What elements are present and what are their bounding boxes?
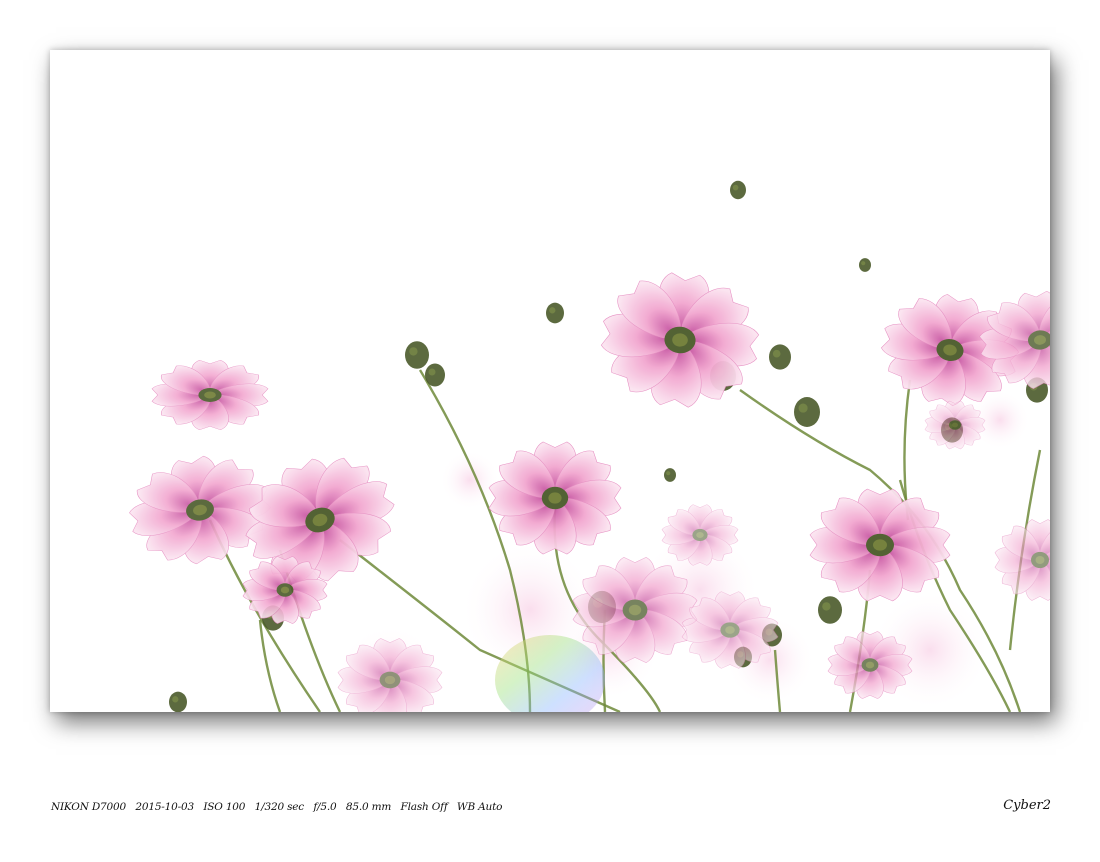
page: NIKON D7000 2015-10-03 ISO 100 1/320 sec…: [0, 0, 1100, 862]
exif-caption: NIKON D7000 2015-10-03 ISO 100 1/320 sec…: [51, 801, 503, 813]
signature: Cyber2: [1003, 798, 1051, 813]
flower-photo: [50, 50, 1050, 712]
photo-frame: [50, 50, 1050, 712]
